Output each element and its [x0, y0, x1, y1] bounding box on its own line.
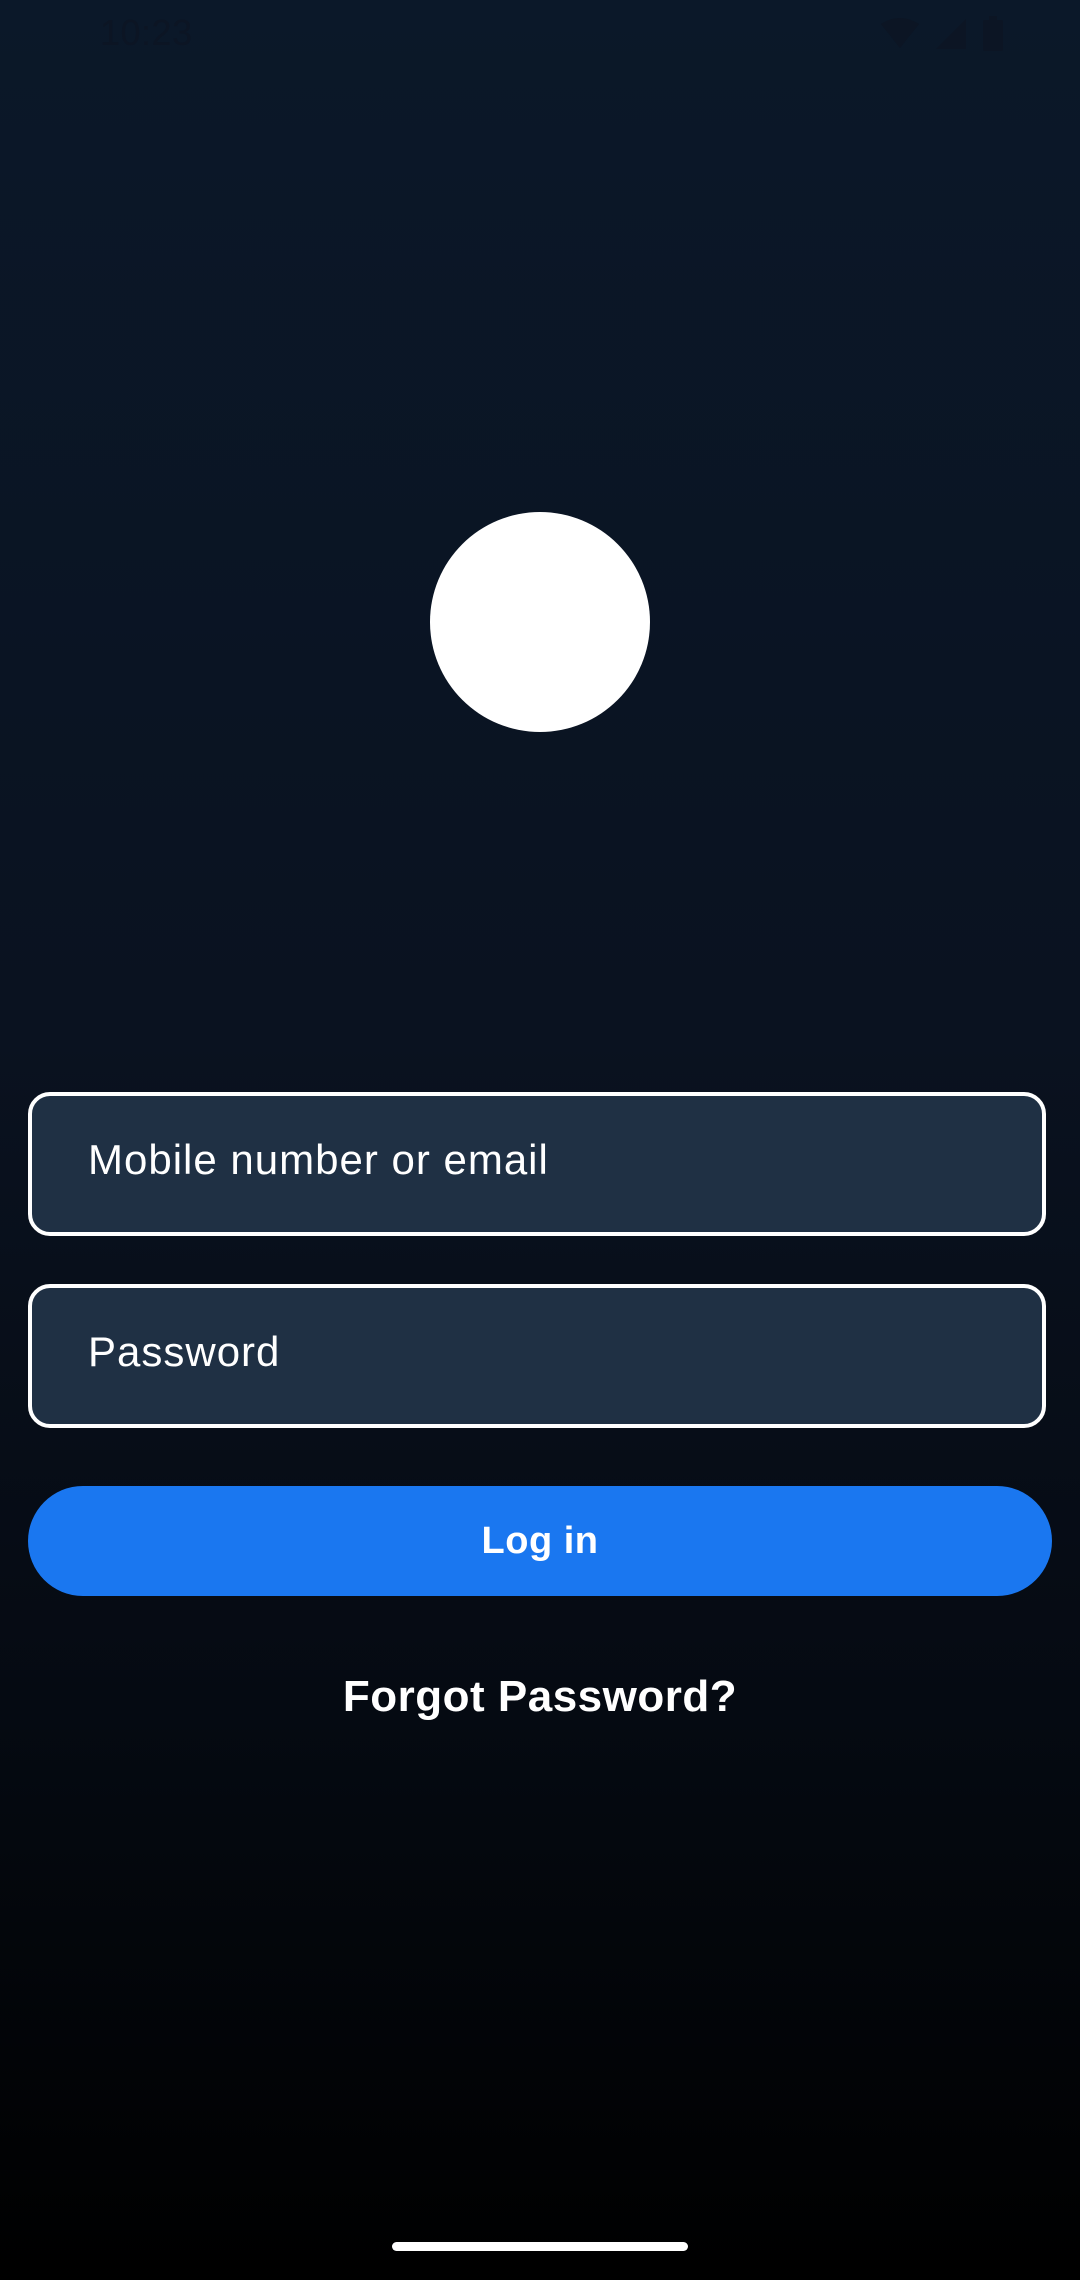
home-indicator[interactable] [392, 2242, 688, 2251]
wifi-icon [880, 18, 920, 50]
avatar [430, 512, 650, 732]
battery-icon [982, 16, 1004, 52]
login-button[interactable]: Log in [28, 1486, 1052, 1596]
signal-icon [934, 17, 968, 51]
status-time: 10:23 [100, 12, 193, 53]
email-field[interactable] [28, 1092, 1046, 1236]
password-field[interactable] [28, 1284, 1046, 1428]
email-input[interactable] [88, 1136, 1042, 1184]
status-icons [880, 16, 1004, 52]
forgot-password-link[interactable]: Forgot Password? [0, 1672, 1080, 1722]
password-input[interactable] [88, 1328, 1042, 1376]
status-bar: 10:23 [0, 0, 1080, 66]
